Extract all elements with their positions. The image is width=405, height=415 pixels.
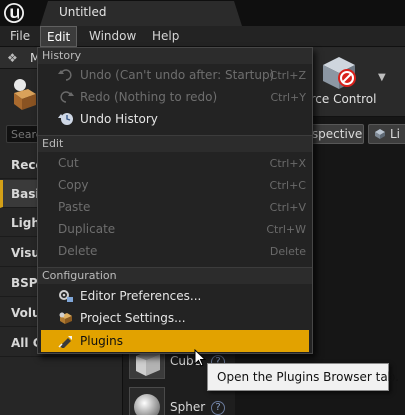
lit-label: Li — [390, 127, 401, 141]
menu-item-plugins-label: Plugins — [80, 334, 123, 348]
menu-help[interactable]: Help — [146, 26, 185, 47]
menu-item-duplicate-label: Duplicate — [58, 222, 116, 236]
menu-item-plugins[interactable]: Plugins — [41, 330, 309, 352]
section-header-configuration: Configuration — [38, 268, 312, 284]
menu-window[interactable]: Window — [83, 26, 142, 47]
sphere-thumbnail[interactable] — [129, 387, 165, 415]
level-tab[interactable]: Untitled — [40, 1, 242, 26]
mouse-cursor-icon — [194, 349, 206, 367]
undo-history-icon — [58, 113, 73, 125]
menu-item-copy-shortcut: Ctrl+C — [269, 179, 306, 192]
modes-icon: ❖ — [7, 51, 18, 65]
menu-item-delete-shortcut: Delete — [269, 245, 306, 258]
source-control-dropdown-icon[interactable]: ▼ — [378, 72, 386, 83]
menu-item-duplicate-shortcut: Ctrl+W — [266, 223, 306, 236]
menu-item-delete-label: Delete — [58, 244, 98, 258]
perspective-label: rspective — [307, 127, 363, 141]
section-header-edit: Edit — [38, 136, 312, 152]
source-control-button-label[interactable]: urce Control — [303, 92, 376, 106]
menu-item-editor-preferences[interactable]: Editor Preferences... — [38, 285, 312, 307]
tooltip-text: Open the Plugins Browser tab. — [217, 370, 400, 384]
menu-item-delete[interactable]: Delete Delete — [38, 240, 312, 262]
menu-item-paste[interactable]: Paste Ctrl+V — [38, 196, 312, 218]
menu-item-copy[interactable]: Copy Ctrl+C — [38, 174, 312, 196]
plugins-tooltip: Open the Plugins Browser tab. — [207, 363, 399, 391]
menu-file[interactable]: File — [4, 26, 36, 47]
menu-item-undo[interactable]: Undo (Can't undo after: Startup) Ctrl+Z — [38, 64, 312, 86]
source-control-icon[interactable] — [317, 53, 359, 93]
menu-item-project-settings[interactable]: Project Settings... — [38, 307, 312, 329]
view-mode-button[interactable]: Li — [368, 124, 405, 144]
tab-title: Untitled — [59, 5, 107, 19]
menu-item-undo-shortcut: Ctrl+Z — [269, 69, 306, 82]
menu-item-editor-preferences-label: Editor Preferences... — [80, 289, 202, 303]
menu-item-project-settings-label: Project Settings... — [80, 311, 186, 325]
menu-item-cut-shortcut: Ctrl+X — [269, 157, 306, 170]
menu-item-cut-label: Cut — [58, 156, 79, 170]
menu-item-undo-history-label: Undo History — [80, 112, 158, 126]
menu-item-cut[interactable]: Cut Ctrl+X — [38, 152, 312, 174]
menu-item-undo-label: Undo (Can't undo after: Startup) — [80, 68, 275, 82]
undo-icon — [58, 69, 72, 81]
menu-item-duplicate[interactable]: Duplicate Ctrl+W — [38, 218, 312, 240]
menu-item-redo[interactable]: Redo (Nothing to redo) Ctrl+Y — [38, 86, 312, 108]
place-mode-icon[interactable] — [10, 77, 38, 111]
menu-item-paste-label: Paste — [58, 200, 91, 214]
menu-item-copy-label: Copy — [58, 178, 89, 192]
lit-mode-icon — [375, 129, 385, 139]
menu-item-redo-label: Redo (Nothing to redo) — [80, 90, 218, 104]
editor-preferences-icon — [59, 290, 73, 302]
unreal-logo-icon — [4, 3, 24, 23]
plugins-icon — [58, 336, 72, 348]
edit-menu-dropdown: History Undo (Can't undo after: Startup)… — [37, 47, 313, 354]
section-header-history: History — [38, 48, 312, 64]
sphere-help-icon[interactable]: ? — [211, 401, 225, 415]
menu-item-redo-shortcut: Ctrl+Y — [270, 91, 306, 104]
redo-icon — [60, 91, 74, 103]
asset-name-sphere[interactable]: Spher — [170, 400, 205, 414]
menu-item-undo-history[interactable]: Undo History — [38, 108, 312, 130]
project-settings-icon — [59, 312, 72, 324]
menu-bar: File Edit Window Help — [0, 26, 405, 47]
title-bar: Untitled — [0, 0, 405, 26]
menu-edit[interactable]: Edit — [40, 26, 78, 47]
menu-item-paste-shortcut: Ctrl+V — [269, 201, 306, 214]
sphere-icon — [134, 394, 160, 415]
